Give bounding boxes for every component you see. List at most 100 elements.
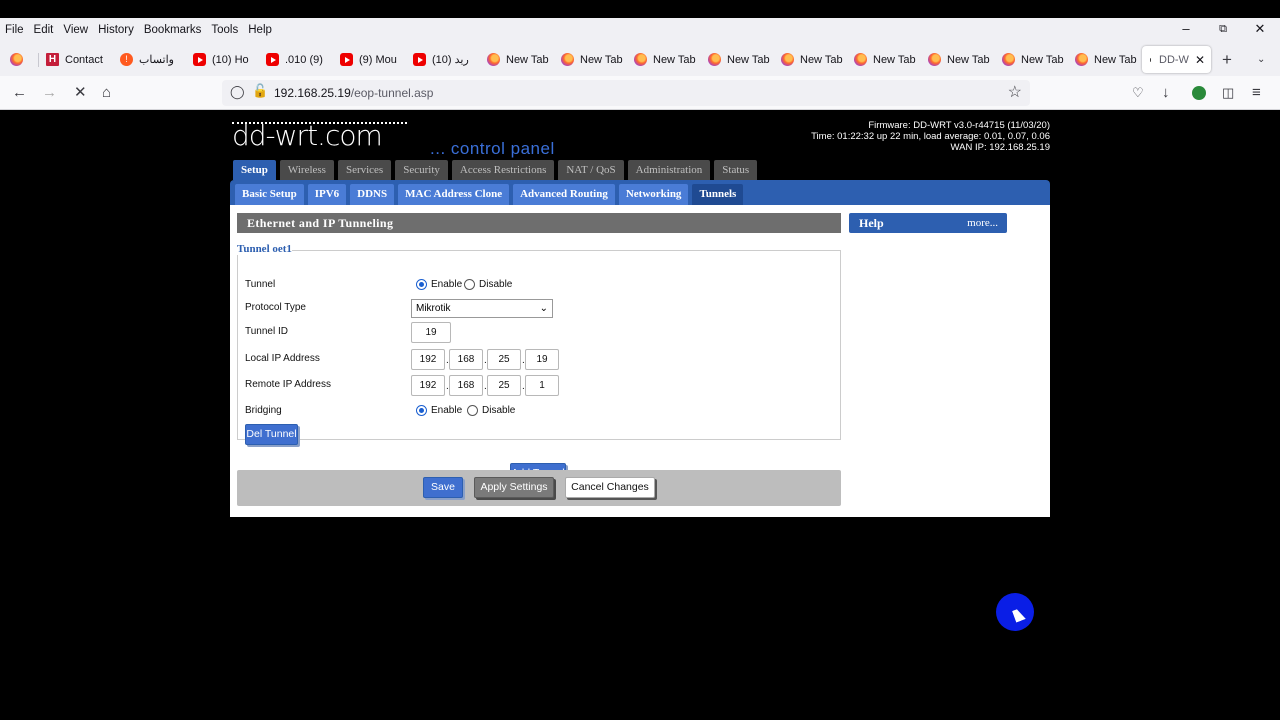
help-more-link[interactable]: more...: [967, 213, 998, 233]
apply-settings-button[interactable]: Apply Settings: [474, 477, 554, 498]
back-icon[interactable]: ←: [12, 84, 27, 102]
main-tabs: Setup Wireless Services Security Access …: [233, 160, 761, 180]
tab-administration[interactable]: Administration: [627, 160, 711, 180]
cancel-changes-button[interactable]: Cancel Changes: [565, 477, 655, 498]
subtab-tunnels[interactable]: Tunnels: [692, 184, 744, 205]
tab-9[interactable]: New Tab: [708, 46, 770, 73]
youtube-icon: [266, 53, 279, 66]
tab-10[interactable]: New Tab: [781, 46, 843, 73]
restore-icon[interactable]: ⧉: [1203, 18, 1243, 42]
nav-bar: ← → ✕ ⌂ ◯ 🔓 192.168.25.19/eop-tunnel.asp…: [0, 76, 1280, 110]
tab-label: ريد (10): [432, 54, 469, 66]
lock-icon[interactable]: 🔓: [252, 83, 268, 99]
subtab-networking[interactable]: Networking: [618, 184, 689, 205]
bridging-disable-radio[interactable]: [467, 405, 478, 416]
tab-status[interactable]: Status: [714, 160, 758, 180]
tunnel-enable-label: Enable: [431, 279, 463, 290]
download-icon[interactable]: ↓: [1162, 84, 1170, 102]
menu-edit[interactable]: Edit: [29, 24, 59, 36]
menu-history[interactable]: History: [93, 24, 139, 36]
close-tab-icon[interactable]: ✕: [1195, 53, 1205, 67]
menu-view[interactable]: View: [58, 24, 93, 36]
del-tunnel-button[interactable]: Del Tunnel: [245, 424, 298, 445]
tab-0[interactable]: H Contact: [46, 46, 106, 73]
tab-8[interactable]: New Tab: [634, 46, 696, 73]
tab-5[interactable]: ريد (10): [413, 46, 475, 73]
youtube-icon: [340, 53, 353, 66]
chevron-down-icon: ⌄: [539, 303, 548, 314]
local-ip-octet-1[interactable]: 192: [411, 349, 445, 370]
menu-bookmarks[interactable]: Bookmarks: [139, 24, 207, 36]
tunnel-label: Tunnel: [245, 279, 276, 290]
subtab-ddns[interactable]: DDNS: [350, 184, 395, 205]
tunnel-disable-label: Disable: [479, 279, 513, 290]
tab-access-restrictions[interactable]: Access Restrictions: [451, 160, 555, 180]
bottom-black-bar: [0, 703, 1280, 720]
firefox-view-icon[interactable]: [10, 46, 29, 73]
protocol-select[interactable]: Mikrotik ⌄: [411, 299, 553, 318]
subtab-advanced-routing[interactable]: Advanced Routing: [513, 184, 615, 205]
tab-services[interactable]: Services: [337, 160, 392, 180]
local-ip-octet-3[interactable]: 25: [487, 349, 521, 370]
tab-setup[interactable]: Setup: [233, 160, 276, 180]
firefox-icon: [708, 53, 721, 66]
url-text[interactable]: 192.168.25.19/eop-tunnel.asp: [274, 86, 433, 100]
minimize-icon[interactable]: –: [1166, 18, 1206, 42]
tab-active[interactable]: DD-W ✕: [1142, 46, 1211, 73]
tab-wireless[interactable]: Wireless: [279, 160, 334, 180]
tab-1[interactable]: ! واتساب: [120, 46, 182, 73]
tab-label: New Tab: [653, 53, 696, 66]
tab-12[interactable]: New Tab: [928, 46, 990, 73]
tab-2[interactable]: (10) Ho: [193, 46, 251, 73]
tab-7[interactable]: New Tab: [561, 46, 623, 73]
remote-ip-octet-1[interactable]: 192: [411, 375, 445, 396]
remote-ip-octet-3[interactable]: 25: [487, 375, 521, 396]
subtab-mac-clone[interactable]: MAC Address Clone: [398, 184, 510, 205]
menu-help[interactable]: Help: [243, 24, 277, 36]
tab-14[interactable]: New Tab: [1075, 46, 1137, 73]
remote-ip-octet-4[interactable]: 1: [525, 375, 559, 396]
tunnel-id-input[interactable]: 19: [411, 322, 451, 343]
firefox-icon: [781, 53, 794, 66]
firefox-icon: [10, 53, 23, 66]
bridging-enable-radio[interactable]: [416, 405, 427, 416]
tab-security[interactable]: Security: [395, 160, 448, 180]
tab-nat-qos[interactable]: NAT / QoS: [558, 160, 624, 180]
tab-3[interactable]: .010 (9): [266, 46, 328, 73]
url-bar[interactable]: ◯ 🔓 192.168.25.19/eop-tunnel.asp ☆: [222, 80, 1030, 106]
shield-icon[interactable]: ◯: [230, 84, 245, 100]
tab-label: New Tab: [1094, 53, 1137, 66]
youtube-icon: [193, 53, 206, 66]
new-tab-button[interactable]: +: [1222, 46, 1232, 73]
firmware-version: Firmware: DD-WRT v3.0-r44715 (11/03/20): [868, 120, 1050, 131]
subtab-basic-setup[interactable]: Basic Setup: [235, 184, 304, 205]
tab-6[interactable]: New Tab: [487, 46, 549, 73]
bookmark-star-icon[interactable]: ☆: [1008, 82, 1022, 102]
list-tabs-icon[interactable]: ⌄: [1257, 46, 1265, 73]
tunnel-enable-radio[interactable]: [416, 279, 427, 290]
pocket-icon[interactable]: ♡: [1132, 84, 1144, 102]
extension-icon[interactable]: [1192, 86, 1206, 100]
local-ip-octet-4[interactable]: 19: [525, 349, 559, 370]
menu-tools[interactable]: Tools: [206, 24, 243, 36]
section-title: Ethernet and IP Tunneling: [237, 213, 841, 233]
home-icon[interactable]: ⌂: [102, 84, 111, 102]
tab-label: (9) Mou: [359, 53, 397, 66]
bridging-enable-label: Enable: [431, 405, 463, 416]
forward-icon[interactable]: →: [42, 84, 57, 102]
tab-4[interactable]: (9) Mou: [340, 46, 398, 73]
stop-icon[interactable]: ✕: [74, 84, 87, 102]
menu-file[interactable]: File: [0, 24, 29, 36]
subtab-ipv6[interactable]: IPV6: [307, 184, 347, 205]
tunnel-disable-radio[interactable]: [464, 279, 475, 290]
firefox-icon: [1002, 53, 1015, 66]
hamburger-menu-icon[interactable]: ≡: [1252, 84, 1261, 102]
local-ip-octet-2[interactable]: 168: [449, 349, 483, 370]
save-button[interactable]: Save: [423, 477, 463, 498]
remote-ip-octet-2[interactable]: 168: [449, 375, 483, 396]
tab-13[interactable]: New Tab: [1002, 46, 1064, 73]
extensions-icon[interactable]: ◫: [1222, 84, 1234, 102]
tab-11[interactable]: New Tab: [854, 46, 916, 73]
close-window-icon[interactable]: ✕: [1240, 18, 1280, 42]
sub-tabs: Basic Setup IPV6 DDNS MAC Address Clone …: [235, 184, 747, 205]
